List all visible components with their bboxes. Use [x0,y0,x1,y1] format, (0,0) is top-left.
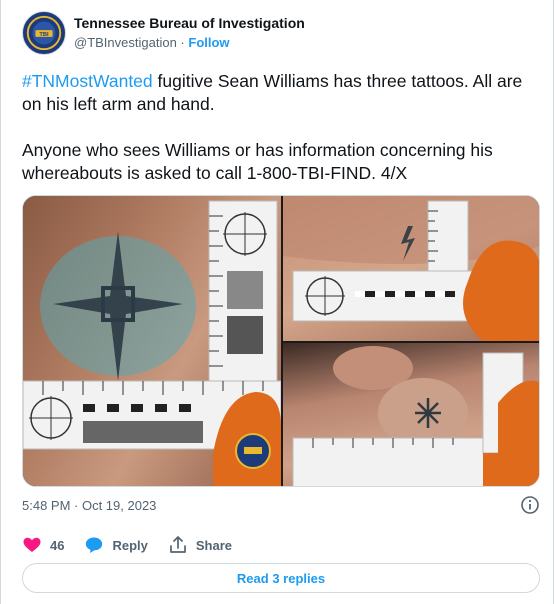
action-bar: 46 Reply Share [22,535,252,555]
share-icon [170,536,186,553]
reply-bubble-icon [86,537,103,553]
tweet-paragraph-2: Anyone who sees Williams or has informat… [22,140,493,183]
finger-star-tattoo [292,346,539,486]
star-tattoo-photo[interactable] [283,343,539,486]
like-count: 46 [50,537,65,553]
tweet-text: #TNMostWanted fugitive Sean Williams has… [22,70,537,185]
svg-text:TBI: TBI [39,32,49,38]
author-handle[interactable]: @TBInvestigation [74,35,177,50]
share-button[interactable]: Share [168,535,232,555]
media-grid [22,195,540,487]
like-button[interactable]: 46 [22,535,64,555]
forearm-cross-tattoo [23,200,281,486]
read-replies-button[interactable]: Read 3 replies [22,563,540,593]
reply-button[interactable]: Reply [84,535,148,555]
heart-icon [23,537,41,552]
tweet-paragraph-1: #TNMostWanted fugitive Sean Williams has… [22,70,537,116]
author-display-name[interactable]: Tennessee Bureau of Investigation [74,14,305,32]
separator-dot: · [176,35,189,50]
tweet-header: TBI Tennessee Bureau of Investigation @T… [22,10,305,56]
info-icon[interactable] [520,495,540,515]
hashtag-link[interactable]: #TNMostWanted [22,71,153,91]
tweet-card: TBI Tennessee Bureau of Investigation @T… [0,0,554,604]
avatar[interactable]: TBI [22,11,66,55]
share-label: Share [195,537,233,553]
author-names: Tennessee Bureau of Investigation @TBInv… [74,14,305,52]
follow-button[interactable]: Follow [188,35,229,50]
tbi-seal-icon: TBI [23,12,65,54]
author-handle-row: @TBInvestigation · Follow [74,34,305,52]
cross-tattoo-photo[interactable] [23,196,281,486]
arm-lightning-bolt-tattoo [283,196,539,341]
lightning-tattoo-photo[interactable] [283,196,539,341]
timestamp[interactable]: 5:48 PM · Oct 19, 2023 [22,498,156,513]
reply-label: Reply [112,537,148,553]
